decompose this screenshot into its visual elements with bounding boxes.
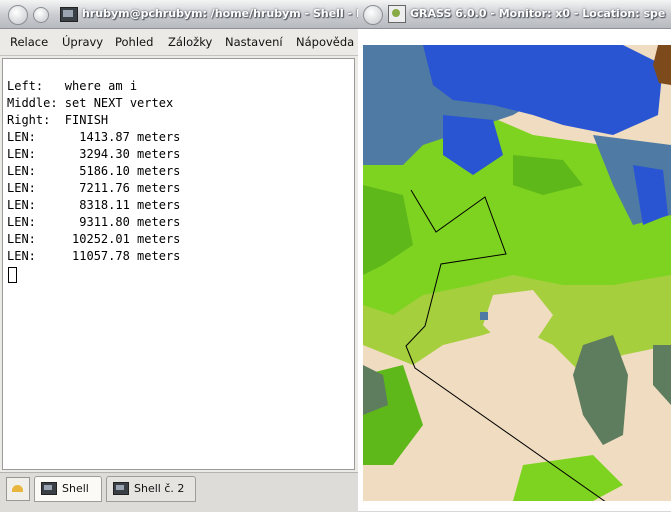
terminal-icon (60, 7, 78, 22)
menu-napoveda[interactable]: Nápověda (296, 35, 354, 49)
grass-monitor-window: GRASS 6.0.0 - Monitor: x0 - Location: sp… (358, 0, 671, 511)
tab-bar: Shell Shell č. 2 (0, 472, 358, 512)
new-session-icon[interactable] (6, 477, 30, 501)
menu-upravy[interactable]: Úpravy (62, 35, 103, 49)
konsole-window: hrubym@pchrubym: /home/hrubym - Shell - … (0, 0, 377, 512)
tab-label: Shell č. 2 (134, 482, 185, 495)
grass-titlebar[interactable]: GRASS 6.0.0 - Monitor: x0 - Location: sp… (358, 0, 671, 29)
window-menu-icon[interactable] (363, 5, 383, 25)
window-title: GRASS 6.0.0 - Monitor: x0 - Location: sp… (410, 7, 666, 20)
terminal-line: LEN: 11057.78 meters (7, 249, 181, 263)
terminal-line: LEN: 8318.11 meters (7, 198, 181, 212)
terminal-icon (41, 482, 57, 495)
terminal-line: LEN: 5186.10 meters (7, 164, 181, 178)
grass-logo-icon (388, 5, 406, 23)
menu-zalozky[interactable]: Záložky (168, 35, 212, 49)
terminal-cursor (8, 267, 17, 283)
terminal-line: LEN: 9311.80 meters (7, 215, 181, 229)
tab-label: Shell (62, 482, 89, 495)
menu-nastaveni[interactable]: Nastavení (225, 35, 283, 49)
terminal-output: Left: where am i Middle: set NEXT vertex… (7, 78, 180, 265)
terminal-line: Right: FINISH (7, 113, 109, 127)
sticky-icon[interactable] (33, 7, 49, 23)
konsole-titlebar[interactable]: hrubym@pchrubym: /home/hrubym - Shell - … (0, 0, 377, 29)
landcover-map[interactable] (363, 45, 671, 501)
tab-shell[interactable]: Shell (34, 476, 102, 502)
terminal-line: Middle: set NEXT vertex (7, 96, 174, 110)
terminal-line: LEN: 10252.01 meters (7, 232, 181, 246)
window-menu-icon[interactable] (8, 5, 28, 25)
terminal-area[interactable]: Left: where am i Middle: set NEXT vertex… (2, 58, 355, 470)
menu-pohled[interactable]: Pohled (115, 35, 153, 49)
terminal-icon (113, 482, 129, 495)
terminal-line: LEN: 7211.76 meters (7, 181, 181, 195)
menu-bar: Relace Úpravy Pohled Záložky Nastavení N… (0, 29, 358, 56)
terminal-line: LEN: 3294.30 meters (7, 147, 181, 161)
tab-shell-2[interactable]: Shell č. 2 (106, 476, 196, 502)
terminal-line: Left: where am i (7, 79, 138, 93)
menu-relace[interactable]: Relace (10, 35, 48, 49)
window-title: hrubym@pchrubym: /home/hrubym - Shell - … (82, 7, 378, 20)
terminal-line: LEN: 1413.87 meters (7, 130, 181, 144)
map-display[interactable] (363, 45, 671, 501)
